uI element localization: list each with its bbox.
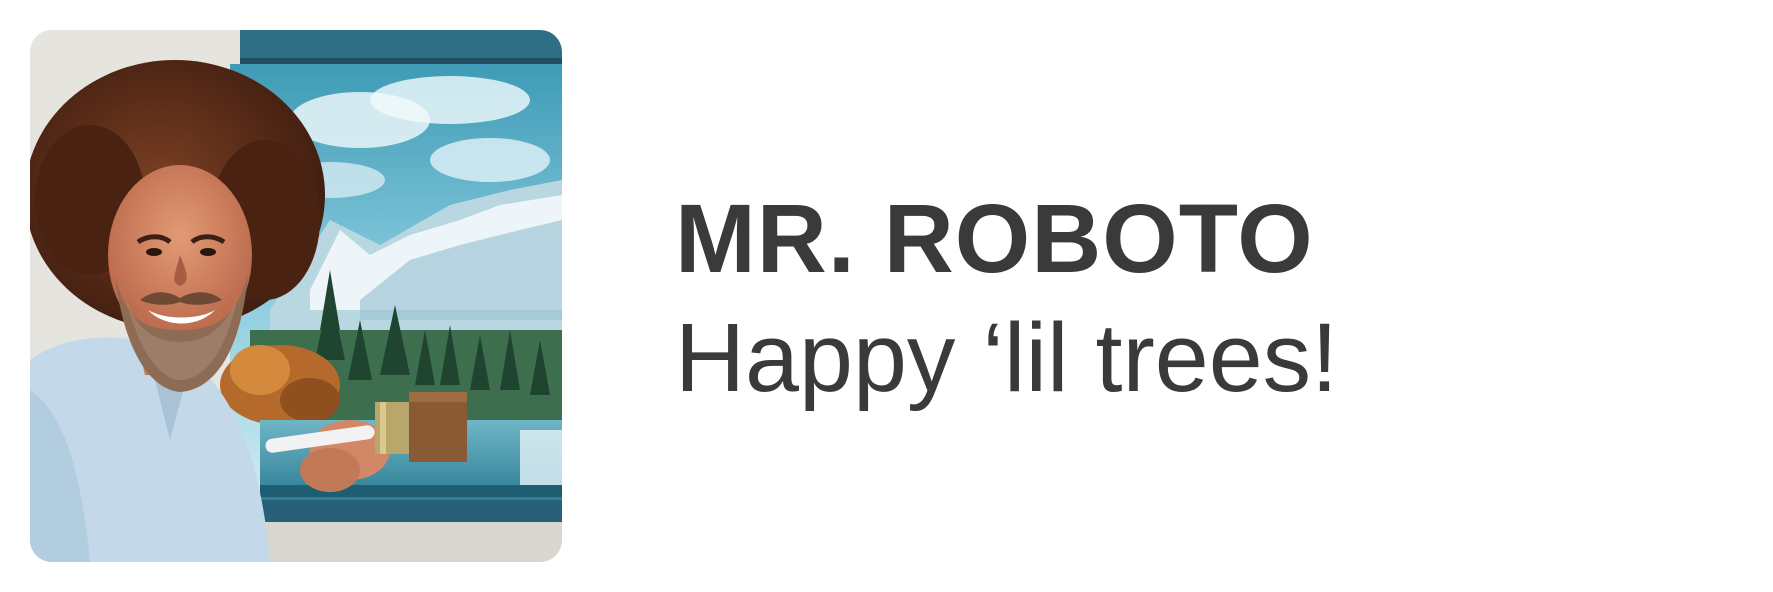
profile-text: MR. ROBOTO Happy ‘lil trees! xyxy=(675,190,1675,406)
avatar-photo-icon xyxy=(30,30,562,562)
avatar[interactable] xyxy=(30,30,562,562)
profile-card: MR. ROBOTO Happy ‘lil trees! xyxy=(0,0,1773,592)
profile-tagline: Happy ‘lil trees! xyxy=(675,303,1339,412)
profile-name: MR. ROBOTO xyxy=(675,184,1314,293)
